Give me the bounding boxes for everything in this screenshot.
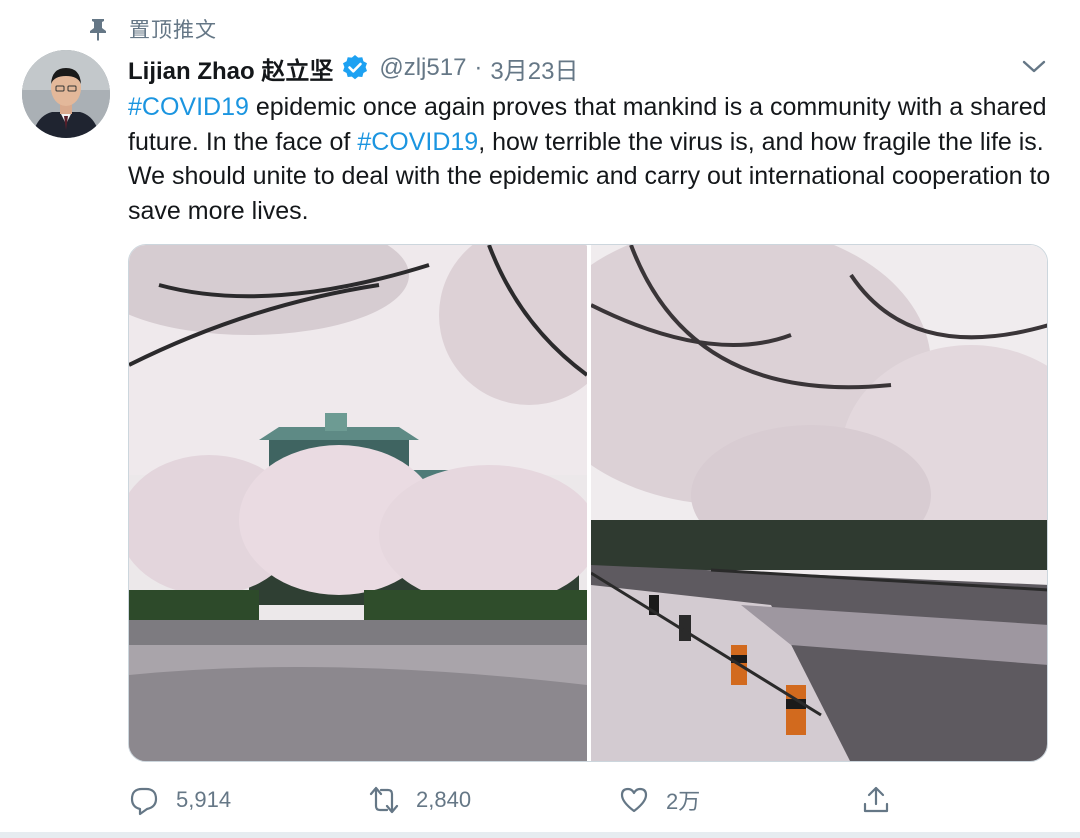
verified-badge-icon	[341, 54, 369, 82]
pinned-tweet-indicator: 置顶推文	[88, 14, 217, 44]
like-count: 2万	[666, 789, 701, 814]
author-name[interactable]: Lijian Zhao 赵立坚	[128, 51, 333, 86]
pin-icon	[88, 17, 108, 41]
tweet-card[interactable]: 置顶推文 Lijian Zhao 赵立坚 @zlj517 · 3月23日 #CO…	[0, 0, 1080, 838]
reply-button[interactable]: 5,914	[128, 780, 231, 820]
retweet-icon	[369, 786, 399, 814]
tweet-date[interactable]: 3月23日	[490, 51, 578, 86]
hashtag-link[interactable]: #COVID19	[357, 128, 478, 156]
retweet-button[interactable]: 2,840	[368, 780, 471, 820]
share-icon	[863, 786, 889, 813]
author-handle[interactable]: @zlj517	[379, 54, 466, 82]
photo-cherry-blossom-building[interactable]	[129, 245, 587, 761]
tweet-actions: 5,914 2,840 2万	[128, 780, 1048, 820]
reply-count: 5,914	[176, 787, 232, 812]
tweet-header: Lijian Zhao 赵立坚 @zlj517 · 3月23日	[128, 50, 578, 86]
divider	[0, 832, 1080, 838]
hashtag-link[interactable]: #COVID19	[128, 93, 249, 121]
tweet-text: #COVID19 epidemic once again proves that…	[128, 90, 1058, 228]
reply-icon	[130, 787, 158, 816]
like-button[interactable]: 2万	[618, 780, 700, 820]
avatar[interactable]	[22, 50, 110, 138]
heart-icon	[620, 787, 648, 813]
chevron-down-icon[interactable]	[1020, 56, 1048, 78]
retweet-count: 2,840	[416, 787, 472, 812]
photo-cherry-blossom-road[interactable]	[591, 245, 1047, 761]
media-grid	[128, 244, 1048, 762]
header-separator: ·	[474, 54, 483, 81]
pinned-label: 置顶推文	[129, 18, 217, 42]
share-button[interactable]	[860, 780, 908, 820]
